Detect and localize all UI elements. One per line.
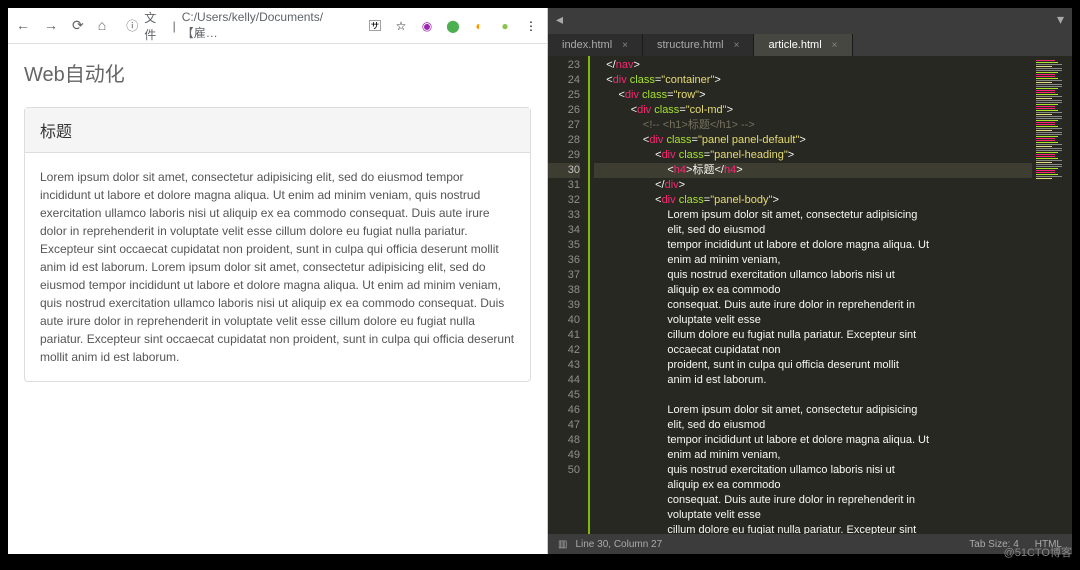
ext3-icon[interactable]: ◐ xyxy=(471,18,487,34)
code-area[interactable]: 2324252627282930313233343536373839404142… xyxy=(548,56,1072,534)
tab-close-icon[interactable]: × xyxy=(734,40,740,51)
ext2-icon[interactable]: ⬤ xyxy=(445,18,461,34)
reload-icon[interactable]: ⟳ xyxy=(72,17,84,34)
tab-structure-html[interactable]: structure.html× xyxy=(643,34,754,56)
tab-close-icon[interactable]: × xyxy=(832,40,838,51)
browser-pane: ← → ⟳ ⌂ ⓘ 文件 | C:/Users/kelly/Documents/… xyxy=(8,8,548,554)
editor-tabs: index.html×structure.html×article.html× xyxy=(548,30,1072,56)
back-icon[interactable]: ← xyxy=(16,17,30,34)
code-content[interactable]: </nav> <div class="container"> <div clas… xyxy=(588,56,1072,534)
url-text: C:/Users/kelly/Documents/【雇… xyxy=(182,10,347,41)
panel-body: Lorem ipsum dolor sit amet, consectetur … xyxy=(25,153,530,381)
info-icon[interactable]: ⓘ xyxy=(126,17,138,34)
menu-icon[interactable]: ⋮ xyxy=(523,18,539,34)
editor-titlebar: ◂ ▾ xyxy=(548,8,1072,30)
tab-article-html[interactable]: article.html× xyxy=(754,34,852,56)
editor-pane: ◂ ▾ index.html×structure.html×article.ht… xyxy=(548,8,1072,554)
status-bar: ▥ Line 30, Column 27 Tab Size: 4 HTML xyxy=(548,534,1072,554)
address-bar[interactable]: ⓘ 文件 | C:/Users/kelly/Documents/【雇… xyxy=(118,5,355,47)
dropdown-left-icon[interactable]: ◂ xyxy=(556,11,563,28)
nav-icons: ← → ⟳ ⌂ xyxy=(16,17,106,34)
watermark: @51CTO博客 xyxy=(1004,544,1072,560)
ext4-icon[interactable]: ● xyxy=(497,18,513,34)
tab-index-html[interactable]: index.html× xyxy=(548,34,643,56)
status-position[interactable]: Line 30, Column 27 xyxy=(575,539,662,550)
minimap[interactable] xyxy=(1032,56,1072,534)
page-title: Web自动化 xyxy=(24,58,531,87)
screen: ← → ⟳ ⌂ ⓘ 文件 | C:/Users/kelly/Documents/… xyxy=(8,8,1072,554)
star-icon[interactable]: ☆ xyxy=(393,18,409,34)
forward-icon[interactable]: → xyxy=(44,17,58,34)
page-content: Web自动化 标题 Lorem ipsum dolor sit amet, co… xyxy=(8,44,547,554)
translate-icon[interactable]: 🈂 xyxy=(367,18,383,34)
panel-heading: 标题 xyxy=(25,108,530,153)
home-icon[interactable]: ⌂ xyxy=(98,17,106,34)
panel: 标题 Lorem ipsum dolor sit amet, consectet… xyxy=(24,107,531,382)
extension-icons: 🈂 ☆ ◉ ⬤ ◐ ● ⋮ xyxy=(367,18,539,34)
tab-close-icon[interactable]: × xyxy=(622,40,628,51)
ext1-icon[interactable]: ◉ xyxy=(419,18,435,34)
browser-toolbar: ← → ⟳ ⌂ ⓘ 文件 | C:/Users/kelly/Documents/… xyxy=(8,8,547,44)
url-prefix: 文件 xyxy=(144,9,166,43)
line-gutter: 2324252627282930313233343536373839404142… xyxy=(548,56,588,534)
dropdown-right-icon[interactable]: ▾ xyxy=(1057,11,1064,28)
panes-icon[interactable]: ▥ xyxy=(558,539,567,550)
